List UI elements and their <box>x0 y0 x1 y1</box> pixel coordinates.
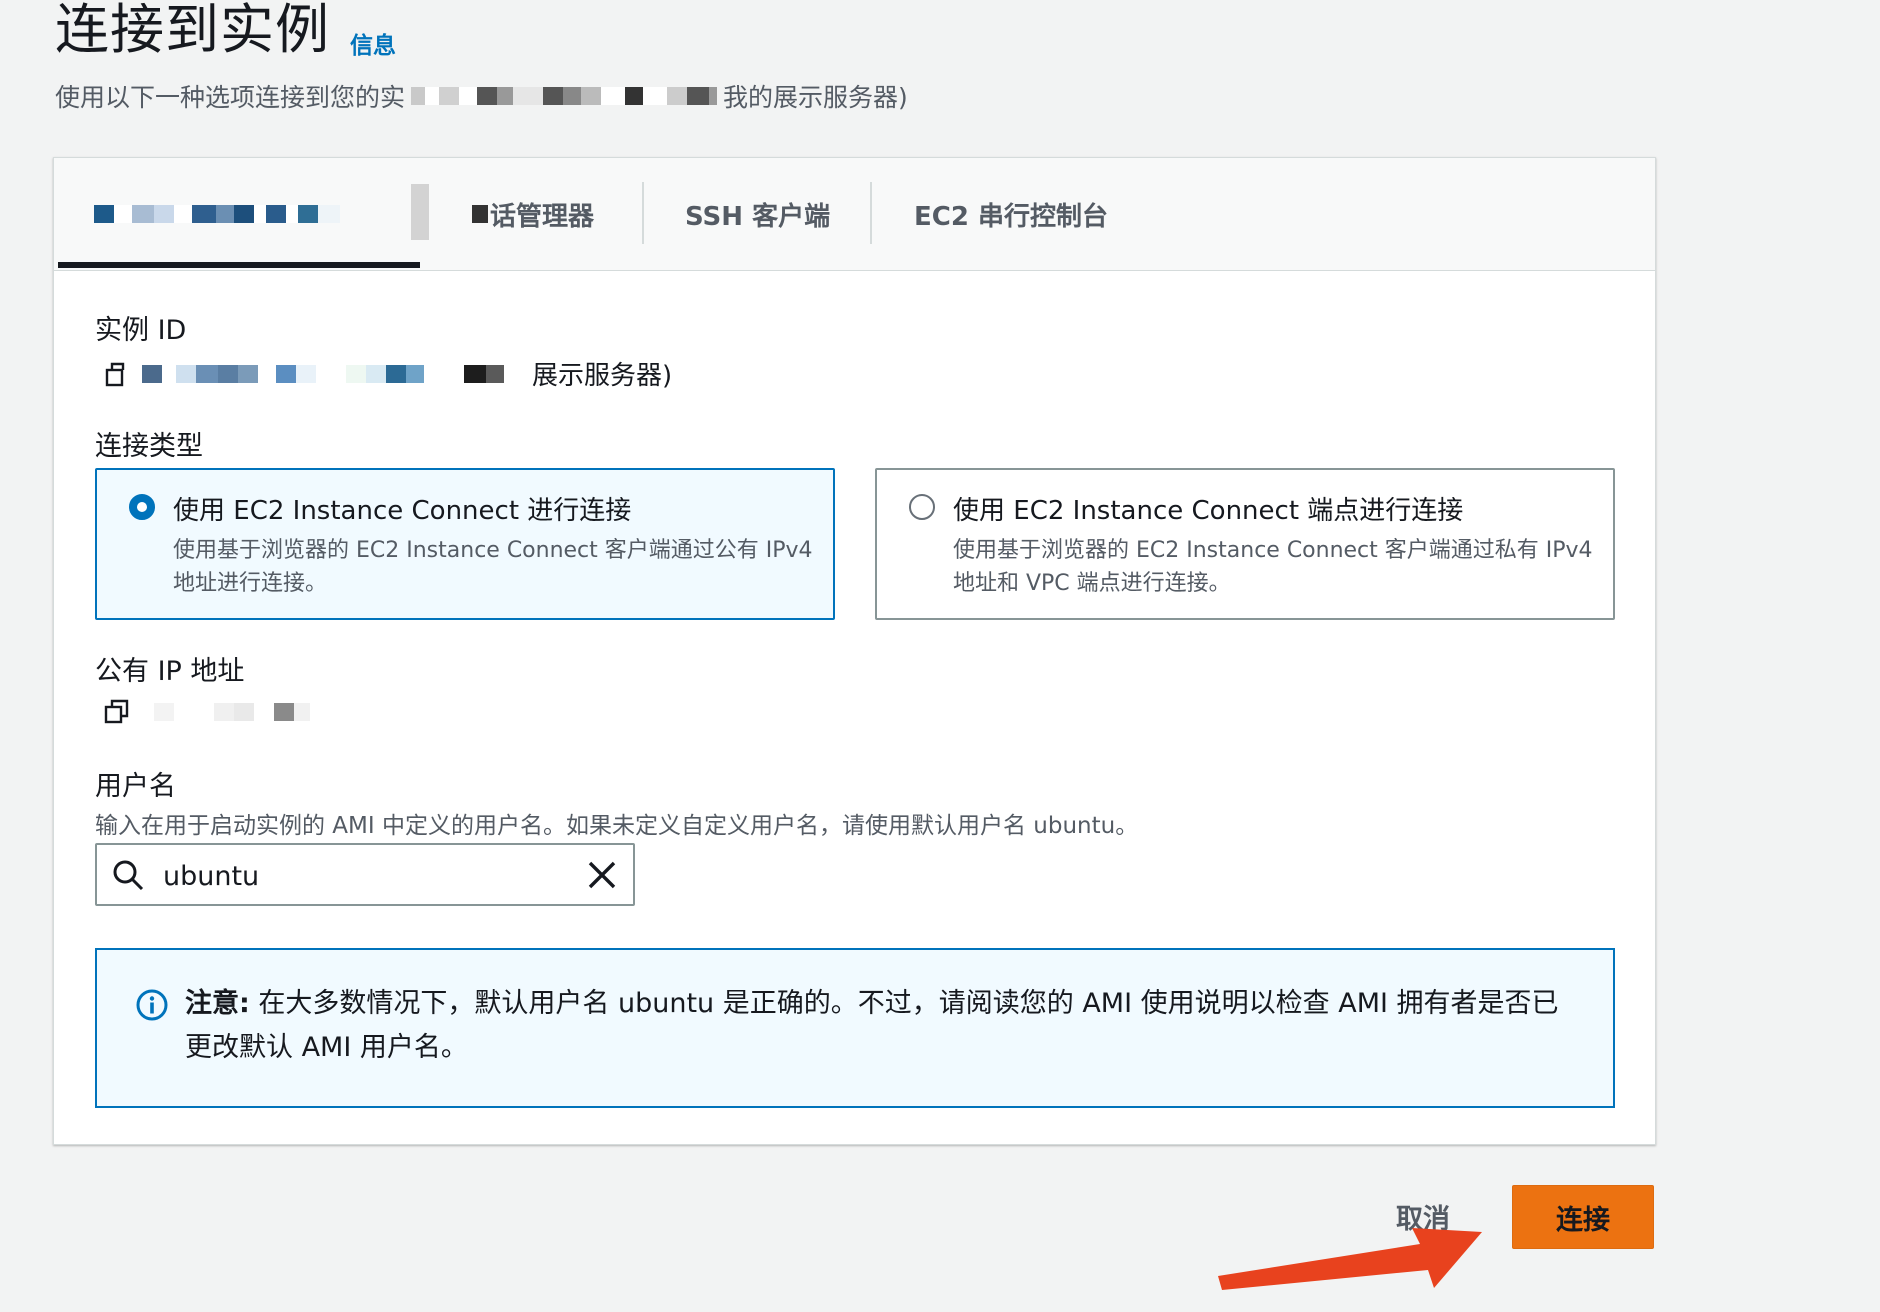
redacted-instance-id <box>142 364 524 383</box>
alert-body: 在大多数情况下，默认用户名 ubuntu 是正确的。不过，请阅读您的 AMI 使… <box>185 988 1559 1063</box>
tab-label: 话管理器 <box>490 201 595 232</box>
tab-ec2-instance-connect[interactable] <box>58 158 420 270</box>
subtitle-prefix: 使用以下一种选项连接到您的实 <box>55 83 406 112</box>
subtitle-suffix: 我的展示服务器) <box>723 83 908 112</box>
page-title: 连接到实例 <box>55 0 330 61</box>
page-subtitle: 使用以下一种选项连接到您的实 我的展示服务器) <box>55 78 908 114</box>
username-field[interactable] <box>95 843 635 906</box>
active-tab-indicator <box>58 262 420 268</box>
redacted-instance-name <box>411 87 718 105</box>
connection-option-instance-connect[interactable]: 使用 EC2 Instance Connect 进行连接 使用基于浏览器的 EC… <box>95 468 835 620</box>
instance-id-suffix: 展示服务器) <box>532 361 673 391</box>
redaction-block <box>472 205 488 223</box>
alert-strong: 注意: <box>185 988 250 1019</box>
option-description: 使用基于浏览器的 EC2 Instance Connect 客户端通过私有 IP… <box>953 538 1593 596</box>
connect-card: 话管理器 SSH 客户端 EC2 串行控制台 实例 ID 展示服务器) 连接类型… <box>53 157 1656 1145</box>
tab-bar: 话管理器 SSH 客户端 EC2 串行控制台 <box>54 158 1655 271</box>
close-icon[interactable] <box>585 858 619 896</box>
tab-session-manager[interactable]: 话管理器 <box>472 158 594 270</box>
username-description: 输入在用于启动实例的 AMI 中定义的用户名。如果未定义自定义用户名，请使用默认… <box>95 813 1139 839</box>
instance-id-value: 展示服务器) <box>100 355 672 392</box>
tab-label: EC2 串行控制台 <box>914 201 1108 232</box>
tab-divider <box>642 182 644 244</box>
option-description: 使用基于浏览器的 EC2 Instance Connect 客户端通过公有 IP… <box>173 538 813 596</box>
info-icon <box>135 988 169 1026</box>
tab-label: SSH 客户端 <box>685 201 831 232</box>
copy-icon[interactable] <box>100 357 134 391</box>
connection-option-endpoint[interactable]: 使用 EC2 Instance Connect 端点进行连接 使用基于浏览器的 … <box>875 468 1615 620</box>
redacted-tab-label <box>94 205 340 223</box>
connect-button[interactable]: 连接 <box>1512 1185 1654 1249</box>
search-icon <box>111 858 145 896</box>
radio-unselected[interactable] <box>909 494 935 520</box>
info-alert: 注意: 在大多数情况下，默认用户名 ubuntu 是正确的。不过，请阅读您的 A… <box>95 948 1615 1108</box>
tab-divider <box>870 182 872 244</box>
connection-type-label: 连接类型 <box>95 431 203 462</box>
tab-ec2-serial-console[interactable]: EC2 串行控制台 <box>914 158 1108 270</box>
username-input[interactable] <box>161 855 565 897</box>
radio-selected[interactable] <box>129 494 155 520</box>
public-ip-value <box>100 695 310 729</box>
instance-id-label: 实例 ID <box>95 315 187 346</box>
public-ip-label: 公有 IP 地址 <box>95 656 245 687</box>
option-title: 使用 EC2 Instance Connect 端点进行连接 <box>953 496 1464 526</box>
tab-ssh-client[interactable]: SSH 客户端 <box>685 158 830 270</box>
alert-text: 注意: 在大多数情况下，默认用户名 ubuntu 是正确的。不过，请阅读您的 A… <box>185 982 1585 1070</box>
option-title: 使用 EC2 Instance Connect 进行连接 <box>173 496 632 526</box>
copy-icon[interactable] <box>100 695 134 729</box>
redacted-ip <box>154 703 310 721</box>
info-link[interactable]: 信息 <box>350 26 396 60</box>
redaction-block <box>411 184 429 240</box>
username-label: 用户名 <box>95 771 176 802</box>
arrow-annotation <box>1218 1228 1482 1290</box>
